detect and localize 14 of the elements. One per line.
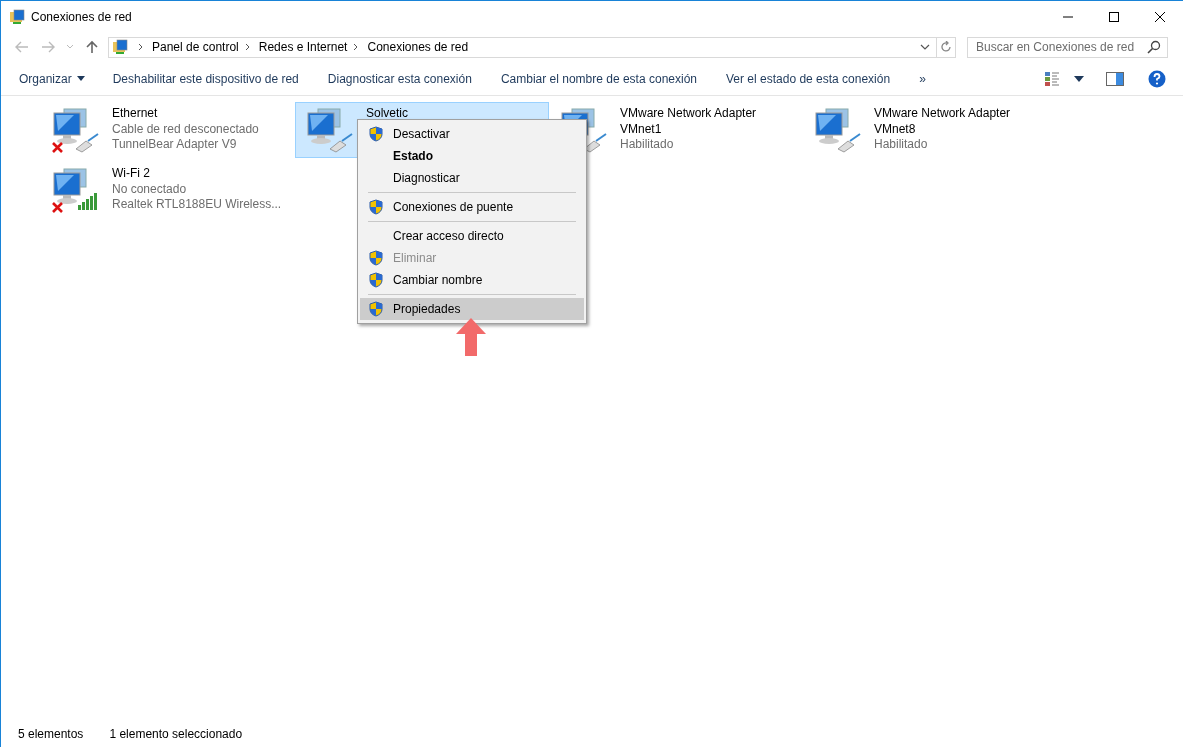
status-text: 5 elementos [18, 727, 84, 741]
connection-detail: No conectado [112, 181, 188, 197]
connection-name: Ethernet [112, 106, 159, 122]
connection-name: Wi-Fi 2 [112, 166, 151, 182]
connection-name: VMware Network Adapter VMnet1 [620, 106, 758, 137]
connection-name: Solvetic [366, 106, 409, 122]
status-text: 1 elemento seleccionado [109, 727, 243, 741]
connection-detail: Habilitado [874, 137, 929, 153]
window-title: Conexiones de red [31, 9, 132, 24]
connection-detail: Habilitado [620, 137, 675, 153]
connection-detail: TunnelBear Adapter V9 [112, 137, 238, 153]
connection-name: VMware Network Adapter VMnet8 [874, 106, 1012, 137]
connection-detail: Realtek RTL8188EU Wireless... [112, 197, 282, 213]
connection-detail: Cable de red desconectado [112, 121, 259, 137]
